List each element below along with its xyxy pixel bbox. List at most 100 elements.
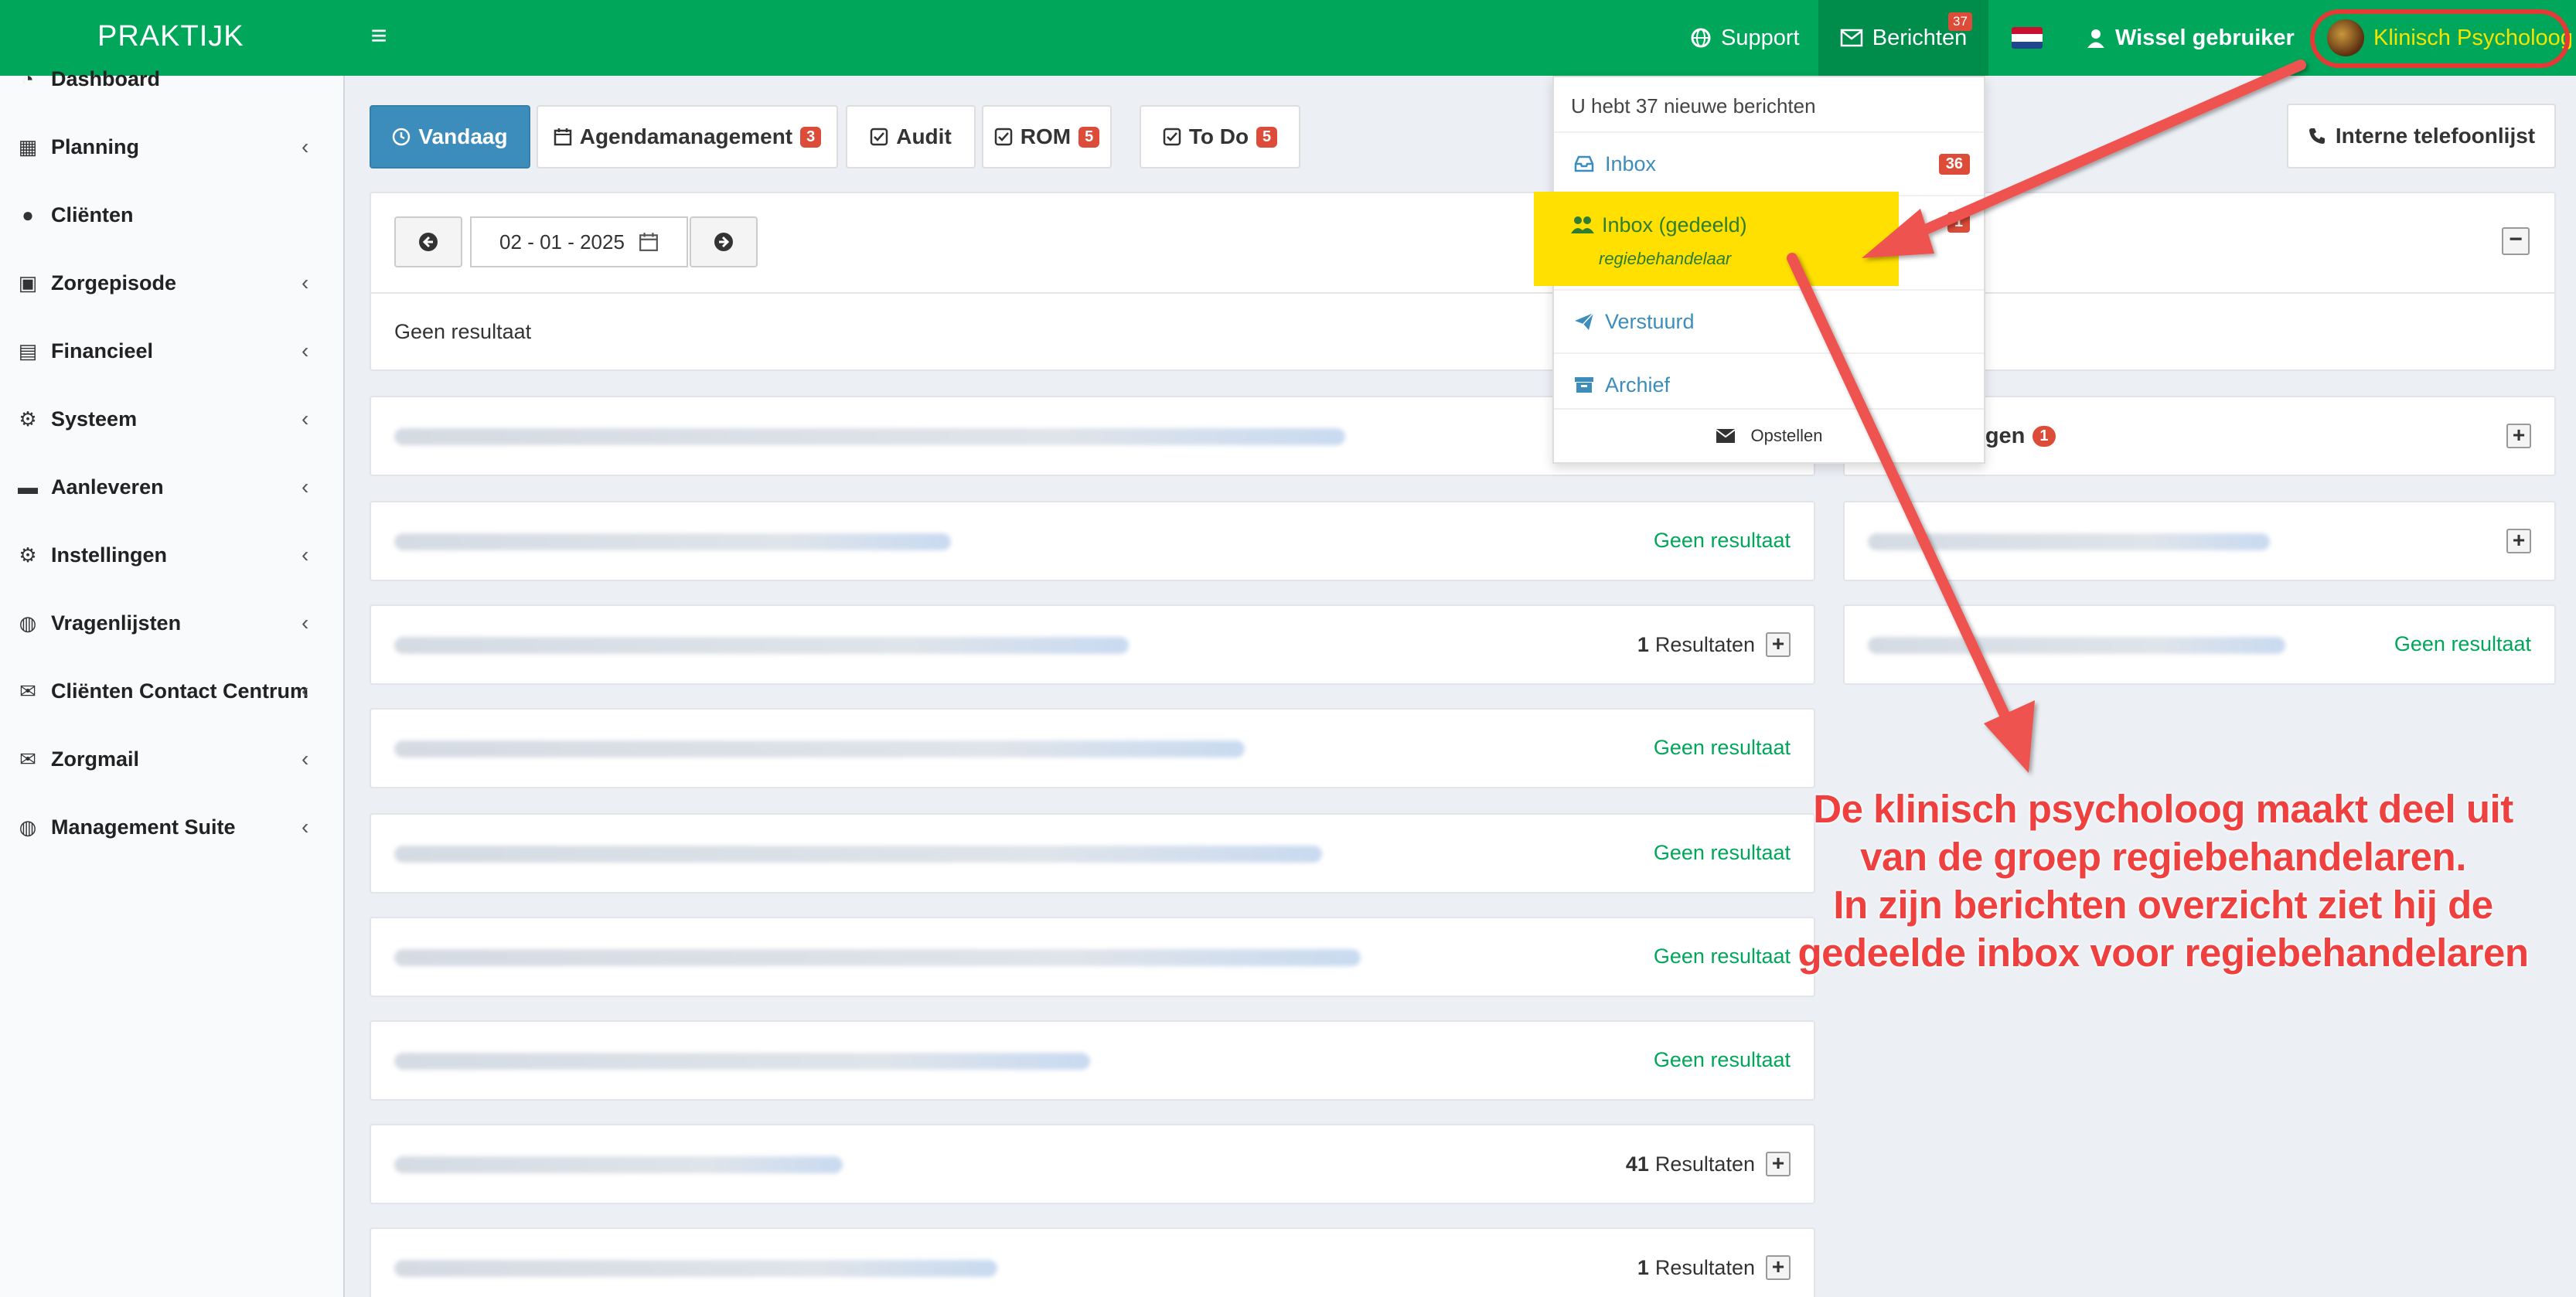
dropdown-item-inbox[interactable]: Inbox 36: [1554, 131, 1984, 195]
shared-inbox-highlight[interactable]: Inbox (gedeeld) regiebehandelaar: [1534, 192, 1899, 286]
sidebar-item-financieel[interactable]: ▤ Financieel ‹: [0, 317, 345, 385]
sidebar-item-label: Instellingen: [51, 543, 168, 567]
envelope-icon: ✉: [19, 747, 36, 771]
next-date-button[interactable]: [690, 216, 758, 267]
clock-icon: [393, 128, 411, 146]
switch-user-link[interactable]: Wissel gebruiker: [2086, 0, 2295, 76]
annotation-text: De klinisch psycholoog maakt deel uit va…: [1769, 785, 2557, 977]
chevron-left-icon: ‹: [302, 339, 309, 363]
blurred-text: [394, 428, 1345, 445]
blurred-text: [394, 533, 951, 550]
annotation-line: van de groep regiebehandelaren.: [1860, 835, 2466, 879]
annotation-line: gedeelde inbox voor regiebehandelaren: [1797, 931, 2529, 975]
dashboard-widget: Geen resultaat: [370, 917, 1815, 997]
blurred-text: [394, 1053, 1090, 1070]
dashboard-widget: Geen resultaat: [370, 1020, 1815, 1101]
expand-button[interactable]: +: [1766, 1255, 1791, 1280]
inbox-label: Inbox: [1605, 151, 1657, 175]
sent-label: Verstuurd: [1605, 309, 1695, 333]
sidebar-item-aanleveren[interactable]: ▬ Aanleveren ‹: [0, 453, 345, 521]
support-link[interactable]: Support: [1690, 0, 1800, 76]
sidebar-item-dashboard[interactable]: ◔ Dashboard: [0, 45, 345, 113]
right-widget-status: Geen resultaat: [2394, 632, 2531, 655]
sidebar-item-cliënten[interactable]: ● Cliënten: [0, 181, 345, 249]
shared-inbox-label: Inbox (gedeeld): [1602, 213, 1747, 237]
widget-status: 1 Resultaten +: [1637, 632, 1791, 657]
globe-icon: ◍: [19, 611, 37, 635]
dashboard-icon: ◔: [22, 66, 34, 90]
expand-button[interactable]: +: [2506, 529, 2531, 553]
expand-button[interactable]: +: [1766, 632, 1791, 657]
sidebar-item-label: Planning: [51, 134, 139, 158]
sidebar-item-label: Zorgmail: [51, 747, 140, 771]
tab-rom[interactable]: ROM 5: [982, 105, 1112, 169]
widget-status: Geen resultaat: [1653, 529, 1791, 552]
switch-user-label: Wissel gebruiker: [2115, 26, 2295, 50]
sidebar-item-label: Financieel: [51, 339, 154, 363]
berichten-menu[interactable]: Berichten: [1818, 0, 1988, 76]
tab-vandaag-label: Vandaag: [418, 124, 508, 148]
widget-status-text: Resultaten: [1654, 632, 1755, 656]
dropdown-item-archive[interactable]: Archief: [1554, 352, 1984, 416]
phonebook-button[interactable]: Interne telefoonlijst: [2287, 104, 2556, 169]
tab-vandaag[interactable]: Vandaag: [370, 105, 530, 169]
expand-button[interactable]: +: [1766, 1152, 1791, 1176]
sidebar-item-label: Systeem: [51, 407, 138, 431]
date-panel: 02 - 01 - 2025 − Geen resultaat: [370, 192, 2556, 371]
shared-count: 1: [1947, 212, 1970, 233]
widget-status-text: Resultaten: [1654, 1152, 1755, 1176]
sidebar-item-management-suite[interactable]: ◍ Management Suite ‹: [0, 793, 345, 861]
chevron-left-icon: ‹: [302, 475, 309, 499]
sidebar-item-label: Management Suite: [51, 815, 236, 839]
menu-toggle-icon[interactable]: ≡: [365, 20, 393, 51]
truck-icon: ▬: [18, 475, 38, 499]
sidebar: ◔ Dashboard ▦ Planning ‹ ● Cliënten ▣ Zorgepisod…: [0, 67, 345, 1297]
envelope-icon: ✉: [19, 679, 36, 703]
widget-status: 1 Resultaten +: [1637, 1255, 1791, 1280]
arrow-right-icon: [714, 233, 733, 251]
date-empty-text: Geen resultaat: [394, 320, 532, 343]
tab-audit[interactable]: Audit: [846, 105, 976, 169]
calendar-icon: [554, 128, 571, 146]
chevron-left-icon: ‹: [302, 271, 309, 294]
prev-date-button[interactable]: [394, 216, 462, 267]
gear-icon: ⚙: [19, 543, 37, 567]
arrowhead-icon: [1984, 700, 2035, 773]
tab-agendamanagement[interactable]: Agendamanagement 3: [537, 105, 838, 169]
date-value: 02 - 01 - 2025: [499, 230, 625, 254]
dropdown-item-sent[interactable]: Verstuurd: [1554, 289, 1984, 352]
messages-header: U hebt 37 nieuwe berichten: [1571, 94, 1816, 117]
date-input[interactable]: 02 - 01 - 2025: [470, 216, 688, 267]
chevron-left-icon: ‹: [302, 815, 309, 839]
sidebar-item-label: Zorgepisode: [51, 271, 177, 294]
sidebar-item-systeem[interactable]: ⚙ Systeem ‹: [0, 385, 345, 453]
tab-rom-count: 5: [1078, 126, 1100, 148]
phonebook-label: Interne telefoonlijst: [2335, 124, 2536, 148]
sidebar-item-planning[interactable]: ▦ Planning ‹: [0, 113, 345, 181]
widget-count: 41: [1625, 1152, 1649, 1176]
widget-status-text: Resultaten: [1654, 1255, 1755, 1279]
book-icon: ▤: [18, 339, 38, 363]
sidebar-item-instellingen[interactable]: ⚙ Instellingen ‹: [0, 521, 345, 589]
blurred-text: [394, 637, 1129, 654]
tab-rom-label: ROM: [1020, 124, 1072, 148]
envelope-icon: [1715, 429, 1736, 443]
sidebar-item-label: Vragenlijsten: [51, 611, 182, 635]
chevron-left-icon: ‹: [302, 134, 309, 158]
language-selector[interactable]: [1988, 0, 2066, 76]
sidebar-item-cliënten-contact-centrum[interactable]: ✉ Cliënten Contact Centrum ‹: [0, 657, 345, 725]
globe-icon: [1691, 28, 1711, 48]
tab-todo-count: 5: [1256, 126, 1278, 148]
widget-status: Geen resultaat: [1653, 736, 1791, 759]
collapse-button[interactable]: −: [2502, 227, 2530, 255]
expand-button[interactable]: +: [2506, 424, 2531, 448]
chevron-left-icon: ‹: [302, 679, 309, 703]
compose-link[interactable]: Opstellen: [1554, 408, 1984, 462]
top-navbar: PRAKTIJK ≡ Support Berichten 37 Wissel g…: [0, 0, 2576, 76]
tab-todo[interactable]: To Do 5: [1140, 105, 1300, 169]
chevron-left-icon: ‹: [302, 407, 309, 431]
sidebar-item-zorgepisode[interactable]: ▣ Zorgepisode ‹: [0, 249, 345, 317]
sidebar-item-vragenlijsten[interactable]: ◍ Vragenlijsten ‹: [0, 589, 345, 657]
shared-inbox-group: regiebehandelaar: [1599, 249, 1732, 268]
sidebar-item-zorgmail[interactable]: ✉ Zorgmail ‹: [0, 725, 345, 793]
